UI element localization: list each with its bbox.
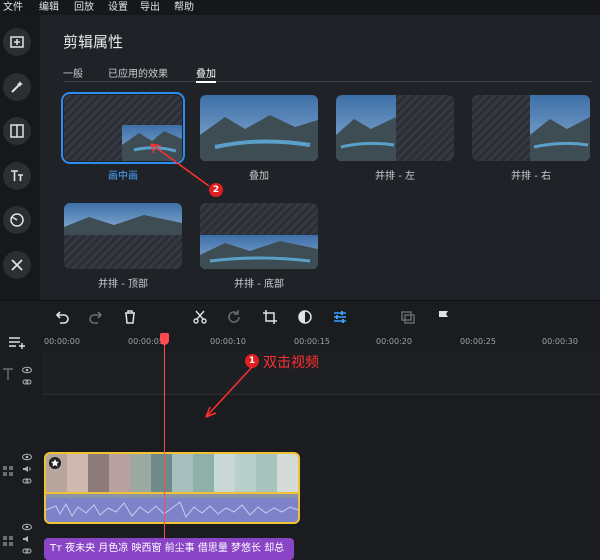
video-track-icon — [3, 466, 13, 476]
link-icon[interactable] — [22, 546, 32, 556]
add-track-icon — [9, 337, 25, 349]
color-adjust-button[interactable] — [295, 307, 315, 327]
menu-playback[interactable]: 回放 — [74, 0, 94, 15]
add-media-button[interactable] — [3, 28, 31, 56]
eye-icon[interactable] — [22, 522, 32, 532]
menu-bar: 文件 编辑 回放 设置 导出 帮助 — [0, 0, 600, 15]
ruler-label: 00:00:30 — [542, 337, 578, 346]
overlay-option-overlay[interactable] — [200, 95, 318, 161]
text-clip[interactable]: Tт 夜未央 月色凉 映西窗 前尘事 借思量 梦悠长 却总 — [44, 538, 294, 560]
ruler-label: 00:00:15 — [294, 337, 330, 346]
overlay-label-side-left: 并排 - 左 — [375, 171, 415, 182]
overlay-icon — [401, 311, 415, 324]
tab-overlay[interactable]: 叠加 — [196, 65, 216, 83]
title-track[interactable] — [42, 352, 600, 395]
magic-wand-icon — [11, 81, 23, 93]
rotate-button[interactable] — [224, 307, 244, 327]
overlay-track[interactable] — [42, 395, 600, 445]
link-icon[interactable] — [22, 476, 32, 486]
tab-applied-effects[interactable]: 已应用的效果 — [108, 65, 168, 80]
text-icon — [11, 170, 23, 181]
delete-button[interactable] — [120, 307, 140, 327]
link-icon[interactable] — [22, 377, 32, 387]
clip-properties-panel: 剪辑属性 一般 已应用的效果 叠加 画中画 叠加 并排 - 左 并排 - 右 并… — [40, 15, 600, 300]
menu-export[interactable]: 导出 — [140, 0, 160, 15]
overlay-label-side-right: 并排 - 右 — [511, 171, 551, 182]
flag-icon — [439, 311, 448, 324]
undo-icon — [55, 311, 69, 324]
menu-help[interactable]: 帮助 — [174, 0, 194, 15]
contrast-icon — [298, 310, 312, 324]
ruler-label: 00:00:00 — [44, 337, 80, 346]
clip-divider — [46, 492, 298, 494]
side-top-preview — [64, 203, 182, 235]
titles-button[interactable] — [3, 162, 31, 190]
crop-icon — [263, 310, 277, 324]
panel-title: 剪辑属性 — [63, 33, 124, 51]
time-ruler[interactable]: 00:00:00 00:00:05 00:00:10 00:00:15 00:0… — [42, 334, 600, 352]
timeline-panel: 00:00:00 00:00:05 00:00:10 00:00:15 00:0… — [0, 300, 600, 560]
overlay-label-side-bottom: 并排 - 底部 — [234, 279, 284, 290]
ruler-label: 00:00:25 — [460, 337, 496, 346]
overlay-label-side-top: 并排 - 顶部 — [98, 279, 148, 290]
add-media-icon — [10, 36, 24, 48]
volume-icon[interactable] — [22, 534, 32, 544]
transition-icon — [10, 124, 24, 138]
sidebar — [0, 15, 40, 300]
rotate-icon — [228, 310, 240, 323]
overlay-option-side-right[interactable] — [472, 95, 590, 161]
track-area: Tт 夜未央 月色凉 映西窗 前尘事 借思量 梦悠长 却总 — [42, 352, 600, 560]
annotation-arrow-1 — [205, 366, 253, 418]
tab-bar: 一般 已应用的效果 叠加 — [63, 65, 593, 83]
eye-icon[interactable] — [22, 365, 32, 375]
video-clip[interactable] — [44, 452, 300, 524]
star-icon — [49, 457, 61, 469]
scissors-icon — [193, 310, 207, 324]
playhead[interactable] — [164, 334, 165, 539]
side-bottom-preview — [200, 235, 318, 269]
filter-icon — [10, 213, 24, 227]
overlay-label-overlay: 叠加 — [249, 171, 269, 182]
side-left-preview — [336, 95, 396, 161]
timeline-toolbar — [0, 301, 600, 334]
clip-properties-button[interactable] — [330, 307, 350, 327]
overlay-mode-button[interactable] — [398, 307, 418, 327]
sliders-icon — [334, 311, 346, 323]
marker-button[interactable] — [434, 307, 454, 327]
eye-icon[interactable] — [22, 452, 32, 462]
tools-button[interactable] — [3, 251, 31, 279]
video-track-icon — [3, 536, 13, 546]
volume-icon[interactable] — [22, 464, 32, 474]
overlay-option-side-bottom[interactable] — [200, 203, 318, 269]
crop-button[interactable] — [260, 307, 280, 327]
clip-thumbnails — [46, 454, 298, 492]
menu-edit[interactable]: 编辑 — [39, 0, 59, 15]
side-right-preview — [530, 95, 590, 161]
audio-waveform — [46, 498, 298, 522]
menu-file[interactable]: 文件 — [3, 0, 23, 15]
overlay-option-side-left[interactable] — [336, 95, 454, 161]
menu-settings[interactable]: 设置 — [108, 0, 128, 15]
tools-icon — [11, 259, 23, 271]
text-clip-label: Tт 夜未央 月色凉 映西窗 前尘事 借思量 梦悠长 却总 — [50, 543, 285, 554]
redo-button[interactable] — [86, 307, 106, 327]
overlay-preview — [200, 95, 318, 161]
ruler-label: 00:00:20 — [376, 337, 412, 346]
cut-button[interactable] — [190, 307, 210, 327]
redo-icon — [89, 311, 103, 324]
transitions-button[interactable] — [3, 117, 31, 145]
effects-button[interactable] — [3, 73, 31, 101]
add-track-button[interactable] — [8, 334, 26, 353]
ruler-label: 00:00:10 — [210, 337, 246, 346]
track-headers — [0, 334, 42, 554]
step-1-text: 双击视频 — [263, 355, 319, 371]
filters-button[interactable] — [3, 206, 31, 234]
overlay-option-side-top[interactable] — [64, 203, 182, 269]
annotation-arrow-2 — [150, 143, 210, 187]
undo-button[interactable] — [52, 307, 72, 327]
ruler-label: 00:00:05 — [128, 337, 164, 346]
tab-general[interactable]: 一般 — [63, 65, 83, 80]
trash-icon — [125, 310, 135, 324]
title-track-icon — [3, 368, 13, 380]
